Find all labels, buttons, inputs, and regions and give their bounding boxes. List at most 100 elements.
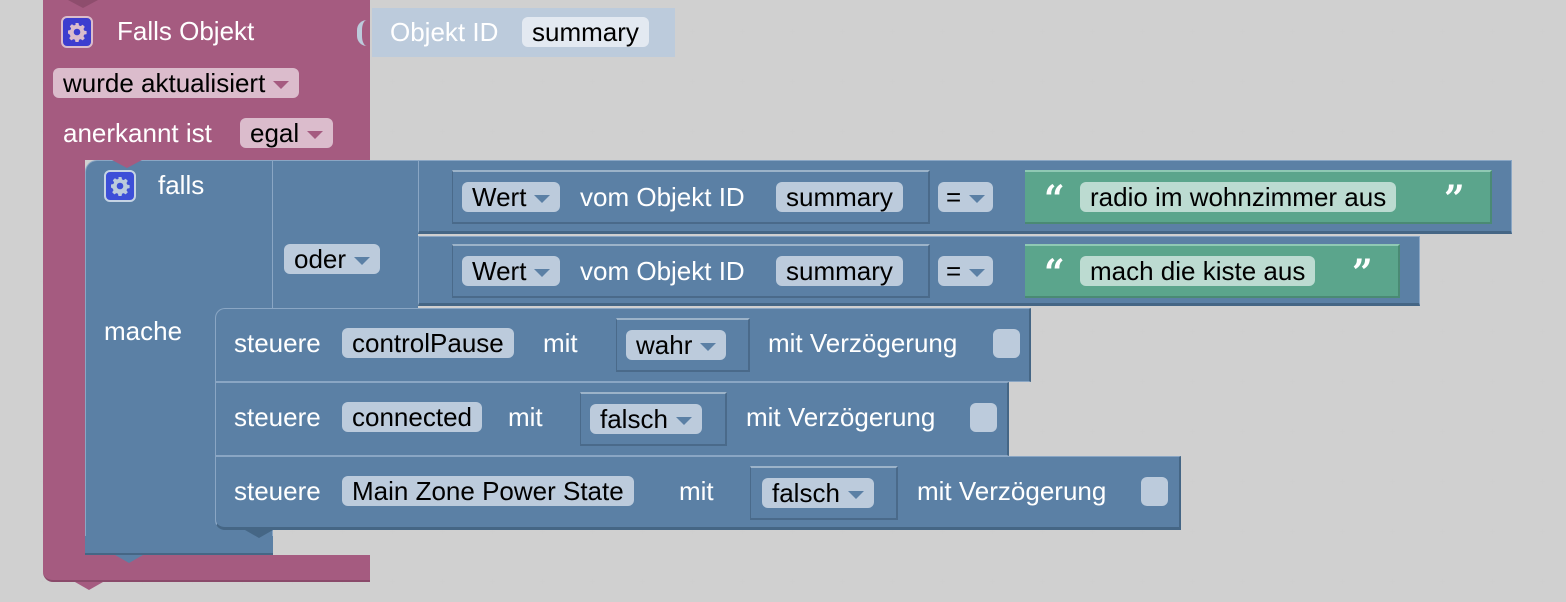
- grid-dot: [990, 79, 995, 84]
- text-value-field[interactable]: mach die kiste aus: [1080, 256, 1316, 286]
- grid-dot: [1540, 329, 1545, 334]
- grid-dot: [1190, 579, 1195, 584]
- grid-dot: [1490, 329, 1495, 334]
- grid-dot: [1340, 329, 1345, 334]
- grid-dot: [1440, 129, 1445, 134]
- grid-dot: [1140, 29, 1145, 34]
- grid-dot: [440, 79, 445, 84]
- chevron-down-icon: [847, 491, 864, 500]
- grid-dot: [1090, 329, 1095, 334]
- event-dropdown[interactable]: wurde aktualisiert: [53, 68, 300, 98]
- grid-dot: [690, 129, 695, 134]
- grid-dot: [1190, 129, 1195, 134]
- open-quote-icon: “: [1044, 252, 1065, 294]
- grid-dot: [1290, 429, 1295, 434]
- grid-dot: [1340, 479, 1345, 484]
- grid-dot: [1490, 79, 1495, 84]
- grid-dot: [1540, 579, 1545, 584]
- grid-dot: [440, 129, 445, 134]
- grid-dot: [1540, 429, 1545, 434]
- grid-dot: [1540, 29, 1545, 34]
- grid-dot: [640, 129, 645, 134]
- with-label: mit: [679, 476, 714, 506]
- grid-dot: [890, 29, 895, 34]
- value-dropdown[interactable]: falsch: [590, 404, 702, 434]
- grid-dot: [840, 29, 845, 34]
- grid-dot: [1190, 29, 1195, 34]
- grid-dot: [1040, 579, 1045, 584]
- object-id-field[interactable]: summary: [776, 256, 903, 286]
- grid-dot: [1040, 79, 1045, 84]
- grid-dot: [1290, 129, 1295, 134]
- action-target-field[interactable]: connected: [342, 402, 482, 432]
- text-value-field[interactable]: radio im wohnzimmer aus: [1080, 182, 1397, 212]
- grid-dot: [1440, 329, 1445, 334]
- property-dropdown[interactable]: Wert: [462, 256, 561, 286]
- close-quote-icon: ”: [1352, 252, 1373, 294]
- grid-dot: [940, 29, 945, 34]
- with-label: mit: [543, 328, 578, 358]
- grid-dot: [1540, 79, 1545, 84]
- delay-checkbox[interactable]: [993, 329, 1020, 358]
- object-id-field[interactable]: summary: [522, 17, 649, 47]
- gear-icon[interactable]: [61, 16, 93, 48]
- grid-dot: [1340, 529, 1345, 534]
- grid-dot: [1440, 529, 1445, 534]
- grid-dot: [1390, 29, 1395, 34]
- gear-icon[interactable]: [104, 170, 136, 202]
- grid-dot: [1290, 379, 1295, 384]
- grid-dot: [1440, 29, 1445, 34]
- grid-dot: [1090, 579, 1095, 584]
- grid-dot: [1190, 379, 1195, 384]
- grid-dot: [1140, 429, 1145, 434]
- grid-dot: [1540, 179, 1545, 184]
- delay-checkbox[interactable]: [1141, 477, 1168, 506]
- grid-dot: [1190, 429, 1195, 434]
- chevron-down-icon: [675, 417, 692, 426]
- grid-dot: [1440, 579, 1445, 584]
- grid-dot: [1240, 329, 1245, 334]
- chevron-down-icon: [534, 269, 551, 278]
- grid-dot: [1190, 329, 1195, 334]
- grid-dot: [1340, 579, 1345, 584]
- grid-dot: [1540, 529, 1545, 534]
- close-quote-icon: ”: [1444, 178, 1465, 220]
- action-target-field[interactable]: controlPause: [342, 328, 514, 358]
- chevron-down-icon: [969, 269, 986, 278]
- chevron-down-icon: [354, 257, 371, 266]
- grid-dot: [1140, 79, 1145, 84]
- grid-dot: [1490, 579, 1495, 584]
- grid-dot: [1390, 79, 1395, 84]
- grid-dot: [390, 129, 395, 134]
- grid-dot: [1240, 479, 1245, 484]
- grid-dot: [440, 579, 445, 584]
- grid-dot: [640, 579, 645, 584]
- with-label: mit: [508, 402, 543, 432]
- grid-dot: [1390, 129, 1395, 134]
- grid-dot: [590, 79, 595, 84]
- grid-dot: [890, 129, 895, 134]
- comparator-dropdown[interactable]: =: [938, 182, 994, 212]
- grid-dot: [1290, 529, 1295, 534]
- grid-dot: [390, 579, 395, 584]
- value-dropdown[interactable]: wahr: [626, 330, 727, 360]
- grid-dot: [740, 79, 745, 84]
- action-target-field[interactable]: Main Zone Power State: [342, 476, 634, 506]
- delay-checkbox[interactable]: [970, 403, 997, 432]
- grid-dot: [940, 129, 945, 134]
- trigger-title: Falls Objekt: [117, 16, 255, 46]
- grid-dot: [790, 129, 795, 134]
- object-id-field[interactable]: summary: [776, 182, 903, 212]
- comparator-dropdown[interactable]: =: [938, 256, 994, 286]
- grid-dot: [1240, 429, 1245, 434]
- grid-dot: [1440, 379, 1445, 384]
- value-dropdown[interactable]: falsch: [762, 478, 874, 508]
- logic-operator-dropdown[interactable]: oder: [284, 244, 381, 274]
- grid-dot: [1340, 379, 1345, 384]
- ack-dropdown[interactable]: egal: [240, 118, 334, 148]
- grid-dot: [990, 29, 995, 34]
- property-dropdown[interactable]: Wert: [462, 182, 561, 212]
- grid-dot: [1390, 379, 1395, 384]
- grid-dot: [1140, 379, 1145, 384]
- grid-dot: [540, 129, 545, 134]
